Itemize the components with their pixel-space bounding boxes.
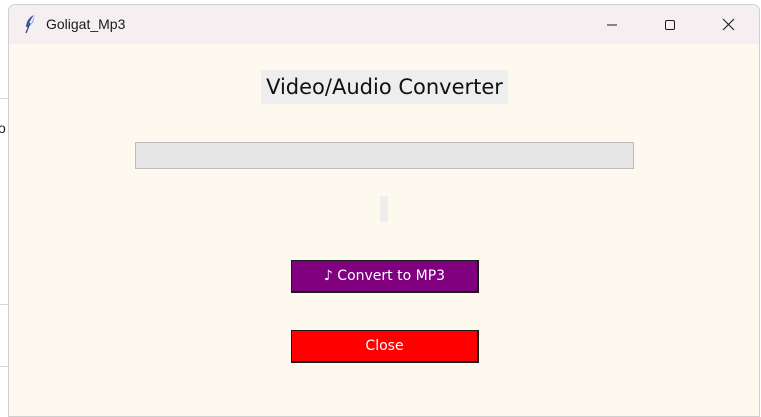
background-text-fragment: o [0,120,6,136]
minimize-icon [607,24,617,25]
feather-icon [25,15,35,34]
window-title: Goligat_Mp3 [46,16,126,32]
title-bar[interactable]: Goligat_Mp3 [9,5,759,44]
close-icon [722,18,734,31]
close-button[interactable]: Close [291,330,479,363]
app-window: Goligat_Mp3 Video/Audio Converter ♪ Conv… [8,4,760,417]
convert-to-mp3-button[interactable]: ♪ Convert to MP3 [291,260,479,293]
minimize-button[interactable] [583,5,641,44]
maximize-button[interactable] [641,5,699,44]
maximize-icon [665,19,675,30]
status-label [380,196,388,222]
conversion-progress-bar [135,142,634,169]
window-close-button[interactable] [699,5,757,44]
page-title: Video/Audio Converter [261,70,508,104]
